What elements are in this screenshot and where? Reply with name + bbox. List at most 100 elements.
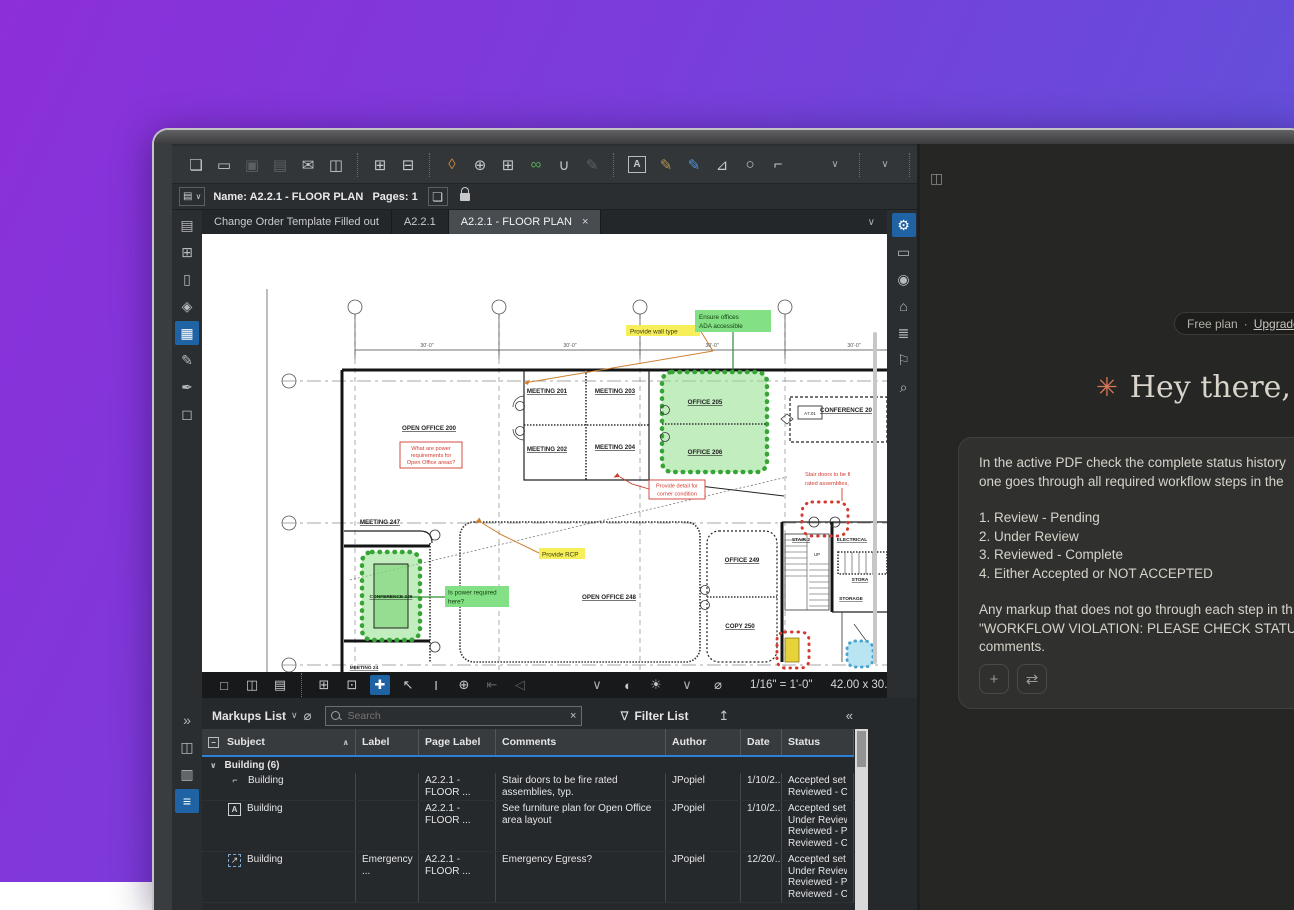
multi-page-icon[interactable]: ▤ <box>270 675 290 695</box>
expand-panels-icon[interactable]: » <box>175 708 199 732</box>
spaces-icon[interactable]: ◻ <box>175 402 199 426</box>
single-page-icon[interactable]: □ <box>214 675 234 695</box>
email-icon[interactable]: ✉ <box>298 154 318 176</box>
brightness-dropdown[interactable]: ∨ <box>674 675 700 695</box>
flags-icon[interactable]: ⚐ <box>892 348 916 372</box>
paste-markup-icon[interactable]: ⊟ <box>398 154 418 176</box>
pan-tool-icon[interactable]: ✚ <box>370 675 390 695</box>
text-line: 4. Either Accepted or NOT ACCEPTED <box>979 565 1294 584</box>
navigation-dropdown[interactable]: ∨ <box>584 675 610 695</box>
cloud-tool-icon[interactable]: ○ <box>740 154 760 176</box>
wc-cloud-markup[interactable] <box>847 641 873 667</box>
measure-tool-icon[interactable]: ⊿ <box>712 154 732 176</box>
first-page-icon[interactable]: ⇤ <box>482 675 502 695</box>
spaces-panel-icon[interactable]: ⌂ <box>892 294 916 318</box>
upgrade-link[interactable]: Upgrade <box>1254 317 1294 331</box>
highlighter-tool-icon[interactable]: ✎ <box>684 154 704 176</box>
bookmarks-icon[interactable]: ▯ <box>175 267 199 291</box>
tools-sliders-button[interactable]: ⇄ <box>1017 664 1047 694</box>
clear-search-icon[interactable]: × <box>570 710 576 722</box>
zoom-tool-icon[interactable]: ⊕ <box>454 675 474 695</box>
select-text-icon[interactable]: I <box>426 675 446 695</box>
select-tool-icon[interactable]: ↖ <box>398 675 418 695</box>
measurements-icon[interactable]: ▭ <box>892 240 916 264</box>
model-tree-icon[interactable]: ◫ <box>175 735 199 759</box>
callout-tool-icon[interactable]: ⌐ <box>768 154 788 176</box>
brightness-icon[interactable]: ☀ <box>646 675 666 695</box>
places-icon[interactable]: ◉ <box>892 267 916 291</box>
tab-close-icon[interactable]: × <box>582 216 588 228</box>
tab-change-order-template-filled-out[interactable]: Change Order Template Filled out <box>202 210 392 234</box>
pdf-viewer[interactable]: Provide wall type <box>202 234 887 672</box>
layers-icon[interactable]: ◈ <box>175 294 199 318</box>
line-weight-icon[interactable]: ⌀ <box>708 675 728 695</box>
contrast-icon[interactable]: ◐ <box>618 675 638 695</box>
table-row[interactable]: ABuildingA2.2.1 - FLOOR ...See furniture… <box>202 801 854 852</box>
window-titlebar[interactable] <box>154 130 1294 144</box>
studio-panel-icon[interactable]: ◫ <box>326 154 346 176</box>
print-icon[interactable]: ▤ <box>270 154 290 176</box>
hyperlink-icon[interactable]: ∞ <box>526 154 546 176</box>
tab-list-chevron[interactable]: ∨ <box>856 217 887 228</box>
thumbnails-icon[interactable]: ⊞ <box>175 240 199 264</box>
prompt-card[interactable]: In the active PDF check the complete sta… <box>958 437 1294 709</box>
column-header-author[interactable]: Author <box>666 729 741 755</box>
filter-list-button[interactable]: ∇ Filter List <box>620 709 688 723</box>
insert-page-icon[interactable]: ⊞ <box>498 154 518 176</box>
save-icon[interactable]: ▣ <box>242 154 262 176</box>
copy-markup-icon[interactable]: ⊞ <box>370 154 390 176</box>
format-painter-icon[interactable]: ✎ <box>582 154 602 176</box>
new-document-icon[interactable]: ❏ <box>186 154 206 176</box>
crop-pages-icon[interactable]: ⊡ <box>342 675 362 695</box>
markups-search[interactable]: × <box>325 706 582 726</box>
table-row[interactable]: ↗BuildingEmergency ...A2.2.1 - FLOOR ...… <box>202 852 854 903</box>
signatures-icon[interactable]: ✒ <box>175 375 199 399</box>
collapse-all-icon[interactable]: − <box>208 737 219 748</box>
select-region-icon[interactable]: ⊕ <box>470 154 490 176</box>
search-input[interactable] <box>345 709 570 723</box>
column-header-label[interactable]: Label <box>356 729 419 755</box>
open-file-icon[interactable]: ▭ <box>214 154 234 176</box>
markup-tools-icon[interactable]: ✎ <box>175 348 199 372</box>
sidebar-toggle-icon[interactable]: ◫ <box>930 170 943 187</box>
tool-dropdown-2[interactable]: ∨ <box>872 154 898 176</box>
pen-tool-icon[interactable]: ✎ <box>656 154 676 176</box>
text-box-tool-icon[interactable]: A <box>628 156 646 173</box>
tab-a2-2-1[interactable]: A2.2.1 <box>392 210 449 234</box>
insert-page-button[interactable]: ❏ <box>428 187 448 206</box>
hide-markups-icon[interactable]: ⌀ <box>304 708 312 724</box>
column-header-comments[interactable]: Comments <box>496 729 666 755</box>
tab-a2-2-1-floor-plan[interactable]: A2.2.1 - FLOOR PLAN× <box>449 210 602 234</box>
search-panel-icon[interactable]: ⌕ <box>892 375 916 399</box>
markups-list-icon[interactable]: ≡ <box>175 789 199 813</box>
attachment-icon[interactable]: ∪ <box>554 154 574 176</box>
insert-pages-icon[interactable]: ⊞ <box>314 675 334 695</box>
ada-cloud-markup[interactable] <box>661 372 768 472</box>
table-row[interactable]: ⌐BuildingA2.2.1 - FLOOR ...Stair doors t… <box>202 773 854 801</box>
tool-chest-icon[interactable]: ▦ <box>175 321 199 345</box>
cell-label <box>356 773 419 800</box>
sets-icon[interactable]: ≣ <box>892 321 916 345</box>
group-row-building[interactable]: ∨Building (6) <box>202 755 854 773</box>
tool-dropdown-1[interactable]: ∨ <box>822 154 848 176</box>
chevron-down-icon[interactable]: ∨ <box>291 710 298 721</box>
previous-page-icon[interactable]: ◁ <box>510 675 530 695</box>
collapse-panel-icon[interactable]: « <box>846 708 853 723</box>
properties-icon[interactable]: ⚙ <box>892 213 916 237</box>
column-header-status[interactable]: Status <box>782 729 854 755</box>
document-menu[interactable]: ▤∨ <box>179 187 205 206</box>
column-header-subject[interactable]: −Subject∧ <box>202 729 356 755</box>
file-access-icon[interactable]: ▤ <box>175 213 199 237</box>
column-header-page-label[interactable]: Page Label <box>419 729 496 755</box>
viewer-scrollbar[interactable] <box>873 332 877 664</box>
add-content-button[interactable]: + <box>979 664 1009 694</box>
side-by-side-icon[interactable]: ◫ <box>242 675 262 695</box>
column-header-date[interactable]: Date <box>741 729 782 755</box>
power-requirements-note[interactable]: What are power requirements for Open Off… <box>400 442 462 468</box>
markups-list-title[interactable]: Markups List <box>212 709 286 723</box>
form-fields-icon[interactable]: ▥ <box>175 762 199 786</box>
export-icon[interactable]: ↥ <box>718 708 729 724</box>
svg-text:Provide detail for: Provide detail for <box>656 484 698 490</box>
snapshot-icon[interactable]: ◊ <box>442 154 462 176</box>
table-scrollbar[interactable] <box>855 729 868 910</box>
